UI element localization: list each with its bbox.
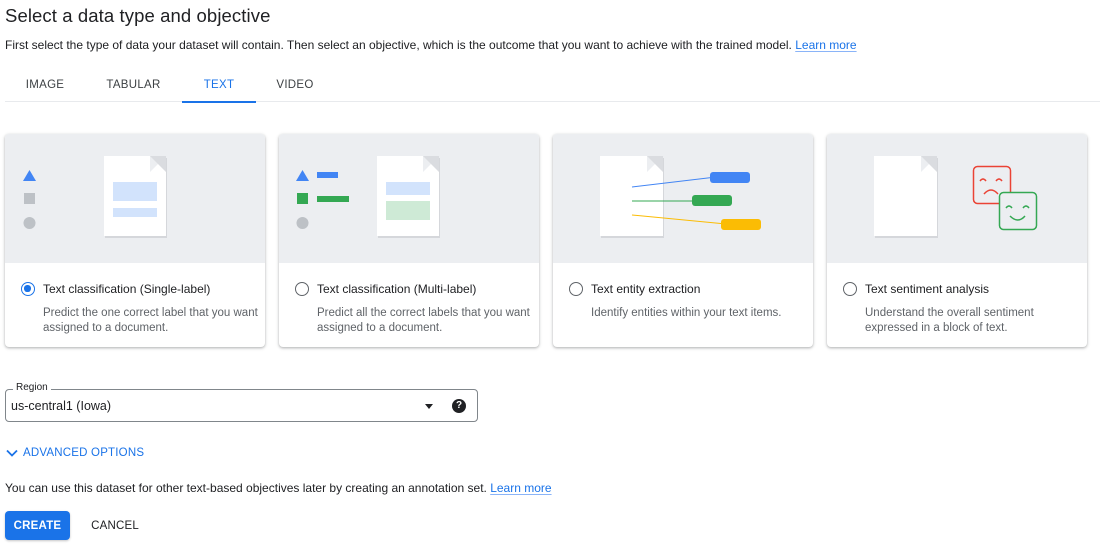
learn-more-link[interactable]: Learn more [490, 481, 551, 495]
page-description: First select the type of data your datas… [5, 38, 857, 52]
region-label: Region [13, 382, 51, 393]
sentiment-analysis-radio[interactable] [843, 282, 857, 296]
single-label-radio[interactable] [21, 282, 35, 296]
region-value: us-central1 (Iowa) [11, 399, 112, 413]
advanced-options-toggle[interactable]: ADVANCED OPTIONS [6, 447, 144, 459]
cancel-button[interactable]: CANCEL [80, 511, 150, 540]
objective-card-multi-label[interactable]: Text classification (Multi-label) Predic… [279, 134, 539, 347]
description-text: First select the type of data your datas… [5, 38, 792, 52]
objective-card-single-label[interactable]: Text classification (Single-label) Predi… [5, 134, 265, 347]
happy-face-icon [998, 191, 1038, 231]
objective-title: Text classification (Single-label) [43, 282, 211, 296]
single-label-illustration [5, 134, 265, 263]
note-text: You can use this dataset for other text-… [5, 481, 487, 495]
objective-description: Predict all the correct labels that you … [317, 307, 530, 334]
objective-card-sentiment-analysis[interactable]: Text sentiment analysis Understand the o… [827, 134, 1087, 347]
objective-description: Predict the one correct label that you w… [43, 307, 258, 334]
help-icon[interactable]: ? [452, 399, 466, 413]
objective-cards: Text classification (Single-label) Predi… [5, 134, 1087, 347]
region-select[interactable]: Region us-central1 (Iowa) ? [5, 382, 478, 422]
objective-card-entity-extraction[interactable]: Text entity extraction Identify entities… [553, 134, 813, 347]
tab-tabular[interactable]: TABULAR [85, 70, 182, 102]
tab-image[interactable]: IMAGE [5, 70, 85, 102]
document-icon [104, 156, 166, 236]
chevron-down-icon [6, 449, 18, 457]
entity-links-icon [631, 172, 761, 230]
document-icon [377, 156, 439, 236]
page-title: Select a data type and objective [5, 5, 271, 26]
objective-title: Text classification (Multi-label) [317, 282, 477, 296]
objective-title: Text sentiment analysis [865, 282, 990, 296]
multi-label-radio[interactable] [295, 282, 309, 296]
entity-extraction-illustration [553, 134, 813, 263]
learn-more-link[interactable]: Learn more [795, 38, 856, 52]
annotation-set-note: You can use this dataset for other text-… [5, 481, 552, 495]
create-button[interactable]: CREATE [5, 511, 70, 540]
entity-extraction-radio[interactable] [569, 282, 583, 296]
advanced-options-label: ADVANCED OPTIONS [23, 447, 145, 459]
objective-description: Understand the overall sentiment express… [865, 307, 1034, 334]
tab-text[interactable]: TEXT [182, 70, 256, 103]
tab-video[interactable]: VIDEO [256, 70, 334, 102]
multi-label-illustration [279, 134, 539, 263]
dropdown-arrow-icon[interactable] [425, 404, 433, 409]
data-type-tabs: IMAGE TABULAR TEXT VIDEO [5, 70, 1100, 103]
objective-description: Identify entities within your text items… [591, 307, 782, 319]
sentiment-analysis-illustration [827, 134, 1087, 263]
objective-title: Text entity extraction [591, 282, 701, 296]
